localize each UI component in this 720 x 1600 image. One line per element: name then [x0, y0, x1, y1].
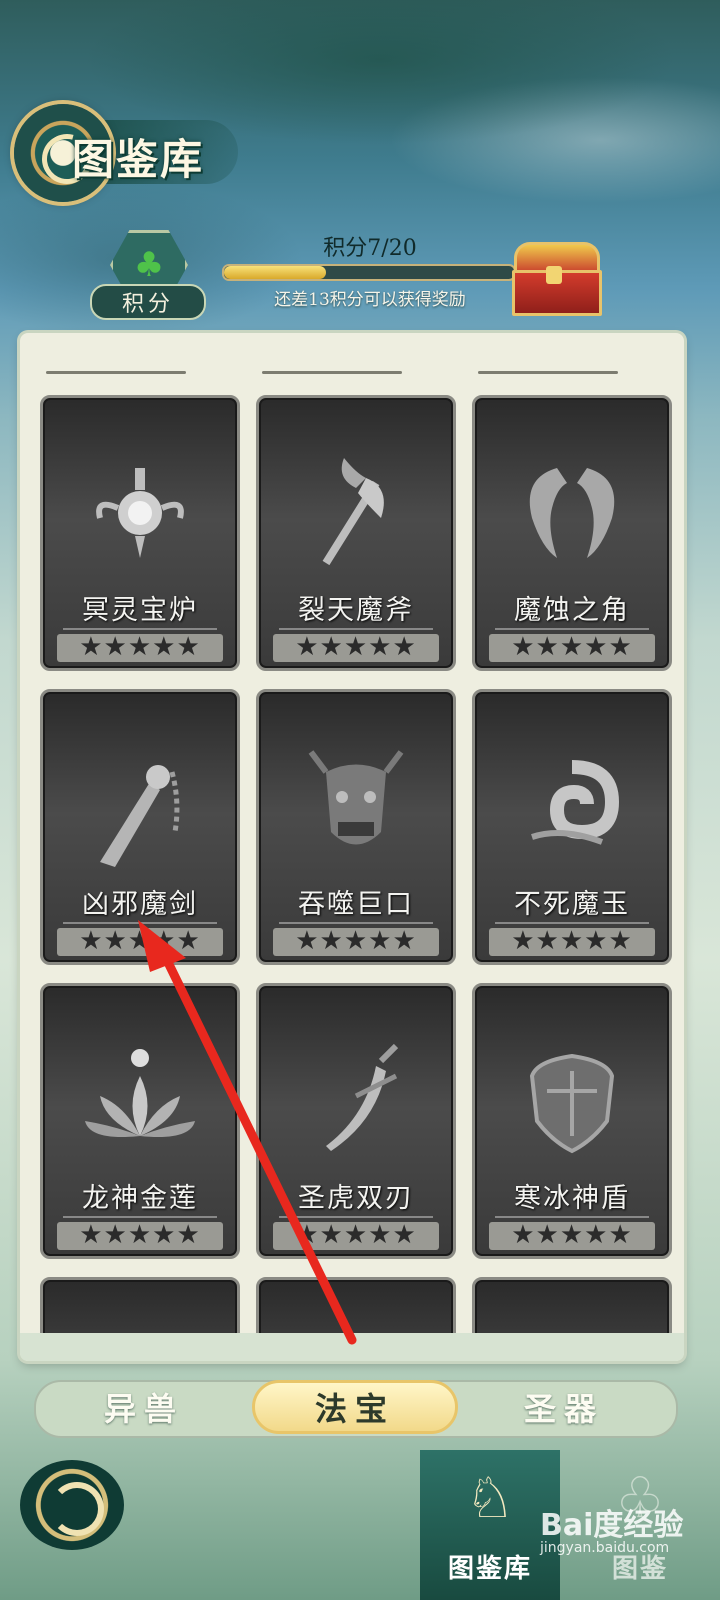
card-stars: ★★★★★	[295, 1220, 417, 1250]
card-item[interactable]: 不死魔玉 ★★★★★	[472, 689, 672, 965]
card-name: 凶邪魔剑	[82, 889, 198, 920]
card-divider	[495, 922, 649, 924]
treasure-furnace-icon	[96, 468, 184, 558]
card-name: 吞噬巨口	[298, 889, 414, 920]
back-button[interactable]	[20, 1460, 124, 1550]
card-item-partial[interactable]	[256, 1277, 456, 1333]
axe-icon	[322, 458, 384, 566]
collection-panel[interactable]: 冥灵宝炉 ★★★★★ 裂天魔斧 ★★★★★ 魔蚀之角 ★★★★★ 凶邪魔剑 ★★…	[20, 333, 684, 1361]
card-item[interactable]: 魔蚀之角 ★★★★★	[472, 395, 672, 671]
card-divider	[279, 628, 433, 630]
card-name: 寒冰神盾	[514, 1183, 630, 1214]
card-item[interactable]: 冥灵宝炉 ★★★★★	[40, 395, 240, 671]
tab-fabao[interactable]: 法宝	[252, 1380, 458, 1434]
card-stars: ★★★★★	[79, 1220, 201, 1250]
points-label: 积分	[121, 292, 174, 317]
back-swirl-icon	[50, 1482, 104, 1536]
points-label-plate: 积分	[90, 284, 206, 320]
shield-icon	[529, 1053, 615, 1154]
demon-mask-icon	[308, 750, 404, 845]
progress-track	[222, 264, 516, 281]
card-item[interactable]: 寒冰神盾 ★★★★★	[472, 983, 672, 1259]
watermark-url: jingyan.baidu.com	[540, 1540, 670, 1556]
card-divider	[495, 628, 649, 630]
card-stars: ★★★★★	[79, 632, 201, 662]
card-stars: ★★★★★	[295, 926, 417, 956]
progress-hint: 还差13积分可以获得奖励	[274, 290, 466, 310]
tab-yishou[interactable]: 异兽	[44, 1380, 244, 1434]
panel-footer	[20, 1333, 684, 1361]
jade-swirl-icon	[531, 760, 620, 845]
card-name: 圣虎双刃	[298, 1183, 414, 1214]
card-name: 裂天魔斧	[298, 595, 414, 626]
demon-sword-icon	[100, 765, 180, 867]
card-divider	[63, 628, 217, 630]
card-grid[interactable]: 冥灵宝炉 ★★★★★ 裂天魔斧 ★★★★★ 魔蚀之角 ★★★★★ 凶邪魔剑 ★★…	[20, 333, 684, 1333]
nav-label: 图鉴库	[447, 1554, 532, 1584]
card-divider	[495, 1216, 649, 1218]
demon-horns-icon	[529, 468, 615, 558]
card-stars: ★★★★★	[511, 926, 633, 956]
card-name: 魔蚀之角	[514, 595, 630, 626]
card-divider	[63, 1216, 217, 1218]
card-item[interactable]: 凶邪魔剑 ★★★★★	[40, 689, 240, 965]
card-divider	[279, 922, 433, 924]
points-score: 积分7/20	[323, 236, 417, 261]
card-stars: ★★★★★	[511, 1220, 633, 1250]
clover-icon: ♣	[133, 245, 165, 285]
card-stars: ★★★★★	[511, 632, 633, 662]
card-divider	[279, 1216, 433, 1218]
tab-shengqi[interactable]: 圣器	[464, 1380, 664, 1434]
page-title: 图鉴库	[72, 135, 205, 184]
tujianku-icon: ♘	[464, 1466, 516, 1531]
card-name: 龙神金莲	[82, 1183, 198, 1214]
card-item[interactable]: 圣虎双刃 ★★★★★	[256, 983, 456, 1259]
card-name: 不死魔玉	[514, 889, 630, 920]
page-header: 图鉴库	[8, 98, 248, 208]
card-name: 冥灵宝炉	[82, 595, 198, 626]
category-tabs: 异兽 法宝 圣器	[34, 1380, 678, 1438]
card-item-partial[interactable]	[472, 1277, 672, 1333]
lotus-icon	[85, 1049, 195, 1137]
card-item-partial[interactable]	[40, 1277, 240, 1333]
grid-divider	[478, 371, 618, 374]
watermark: Bai度经验 jingyan.baidu.com	[540, 1500, 720, 1560]
card-divider	[63, 922, 217, 924]
card-stars: ★★★★★	[79, 926, 201, 956]
chest-lock	[546, 266, 562, 284]
progress-fill	[224, 266, 326, 279]
twin-blades-icon	[326, 1043, 399, 1151]
grid-divider	[262, 371, 402, 374]
card-stars: ★★★★★	[295, 632, 417, 662]
card-item[interactable]: 裂天魔斧 ★★★★★	[256, 395, 456, 671]
card-item[interactable]: 吞噬巨口 ★★★★★	[256, 689, 456, 965]
watermark-brand: Bai度经验	[540, 1508, 684, 1543]
grid-divider	[46, 371, 186, 374]
reward-chest-icon[interactable]	[508, 242, 602, 316]
points-badge[interactable]: ♣ 积分	[90, 228, 206, 320]
nav-tujianku[interactable]: ♘ 图鉴库	[420, 1450, 560, 1600]
points-progress: 积分7/20 还差13积分可以获得奖励	[220, 230, 520, 310]
card-item[interactable]: 龙神金莲 ★★★★★	[40, 983, 240, 1259]
